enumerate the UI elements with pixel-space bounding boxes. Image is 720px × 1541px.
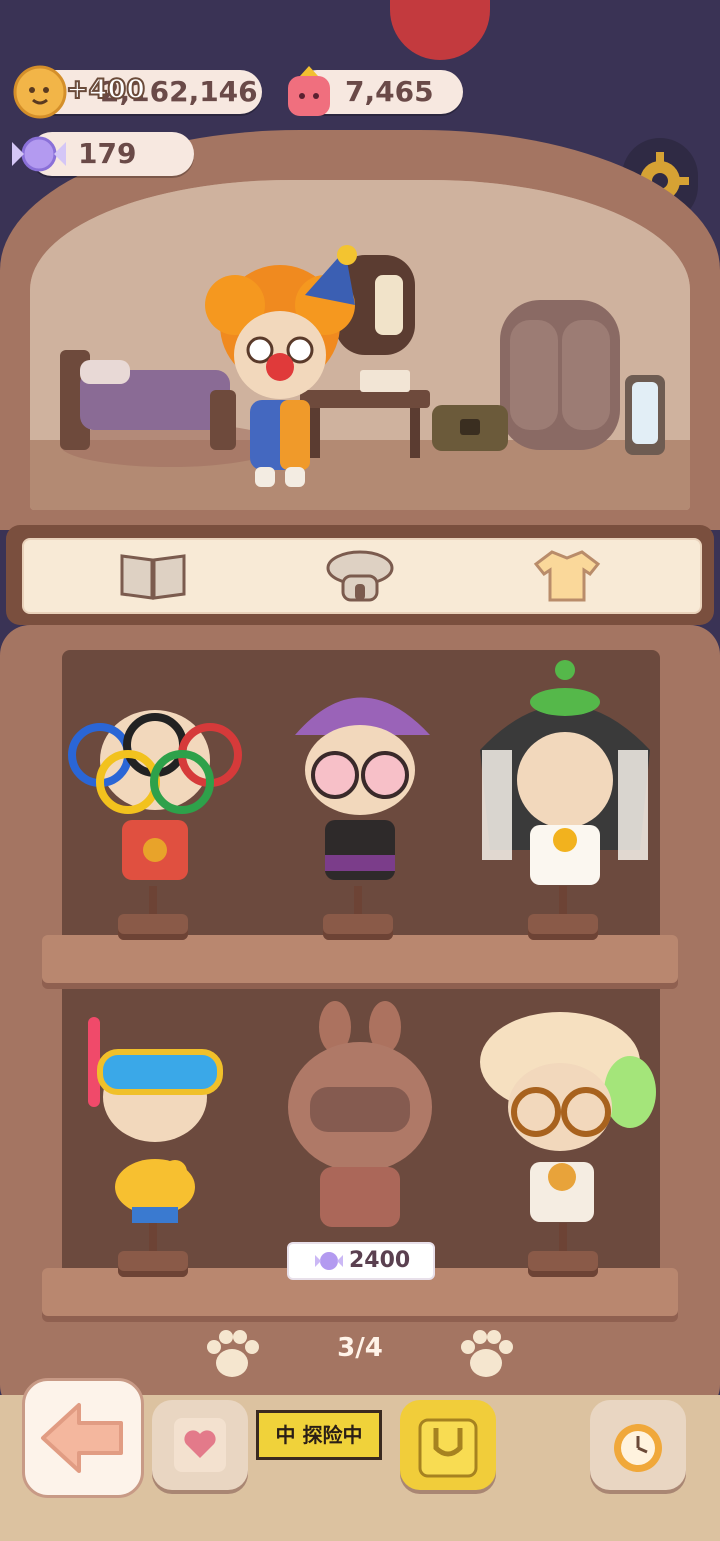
shirt-icon bbox=[533, 550, 601, 602]
exploring-banner[interactable]: 中 探险中 bbox=[256, 1410, 382, 1460]
album-button[interactable] bbox=[152, 1400, 248, 1490]
chest-icon bbox=[432, 405, 508, 451]
clown-character[interactable] bbox=[195, 245, 365, 490]
tab-clothes[interactable] bbox=[532, 548, 602, 602]
outfit-slot-1[interactable] bbox=[60, 660, 250, 940]
outfit-slot-6[interactable] bbox=[470, 997, 660, 1277]
next-page-button[interactable] bbox=[456, 1325, 516, 1385]
stand-base bbox=[118, 914, 188, 940]
paw-icon bbox=[207, 1330, 259, 1377]
tab-house[interactable] bbox=[325, 548, 395, 602]
tab-book[interactable] bbox=[118, 548, 188, 602]
shelf-upper bbox=[42, 935, 678, 983]
stand-pole bbox=[559, 886, 567, 916]
candy-icon bbox=[315, 1252, 343, 1270]
mushroom-house-icon bbox=[326, 550, 394, 602]
stand-base bbox=[528, 1251, 598, 1277]
shop-button[interactable] bbox=[400, 1400, 496, 1490]
stand-pole bbox=[149, 1223, 157, 1253]
astronaut-helmet-outfit bbox=[288, 1001, 432, 1227]
hanging-lamp-icon bbox=[390, 0, 490, 60]
cookie-coin-icon bbox=[13, 65, 67, 119]
alarm-button[interactable] bbox=[590, 1400, 686, 1490]
outfit-slot-5[interactable] bbox=[265, 997, 455, 1277]
prev-page-button[interactable] bbox=[202, 1325, 262, 1385]
stand-pole bbox=[149, 886, 157, 916]
pager: 3/4 bbox=[160, 1325, 560, 1385]
snake-headdress-outfit bbox=[480, 660, 650, 885]
stand-pole bbox=[354, 886, 362, 916]
outfit-slot-4[interactable] bbox=[60, 997, 250, 1277]
coin-gain-label: +400 bbox=[65, 73, 146, 106]
price-tag[interactable]: 2400 bbox=[287, 1242, 435, 1280]
alarm-clock-icon bbox=[614, 1424, 662, 1472]
stand-base bbox=[528, 914, 598, 940]
snorkel-duck-float-outfit bbox=[88, 1017, 223, 1223]
price-value: 2400 bbox=[349, 1248, 411, 1273]
outfit-slot-3[interactable] bbox=[470, 660, 660, 940]
page-indicator: 3/4 bbox=[337, 1333, 383, 1363]
back-arrow-icon bbox=[41, 1403, 123, 1473]
candy-icon bbox=[12, 136, 66, 172]
stand-base bbox=[118, 1251, 188, 1277]
outfit-slot-2[interactable] bbox=[265, 660, 455, 940]
gem-value: 7,465 bbox=[345, 75, 434, 108]
shop-bag-icon bbox=[418, 1418, 478, 1478]
paw-icon bbox=[461, 1330, 513, 1377]
olympic-rings-outfit bbox=[68, 710, 242, 880]
back-button[interactable] bbox=[22, 1378, 144, 1498]
candy-value: 179 bbox=[78, 137, 137, 170]
stand-base bbox=[323, 914, 393, 940]
mirror-icon bbox=[625, 375, 665, 455]
cream-hat-glasses-outfit bbox=[480, 1012, 656, 1222]
pink-jelly-icon bbox=[288, 66, 330, 116]
wardrobe-icon bbox=[500, 300, 620, 450]
stand-pole bbox=[559, 1223, 567, 1253]
book-icon bbox=[120, 554, 186, 600]
heart-book-icon bbox=[174, 1418, 226, 1472]
purple-beanie-glasses-outfit bbox=[295, 697, 430, 880]
